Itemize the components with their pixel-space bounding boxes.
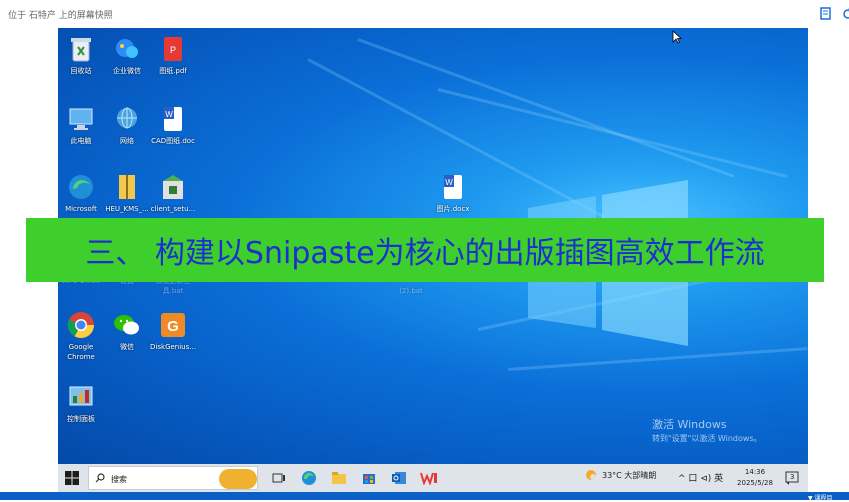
desktop-icon-this-pc[interactable]: 此电脑 xyxy=(58,104,107,146)
edge-icon xyxy=(302,471,316,485)
refresh-icon[interactable] xyxy=(840,6,849,22)
light-beam xyxy=(507,347,808,371)
recycle-bin-icon xyxy=(66,34,96,64)
desktop-icon-edge[interactable]: Microsoft xyxy=(58,172,107,214)
taskbar-search-box[interactable]: 搜索 xyxy=(88,466,258,490)
folder-icon xyxy=(332,472,346,484)
sun-icon xyxy=(586,470,596,480)
diskgenius-icon: G xyxy=(158,310,188,340)
icon-label: Google Chrome xyxy=(67,343,95,361)
icon-label: 控制面板 xyxy=(67,415,95,423)
network-icon xyxy=(112,104,142,134)
desktop-icon-pdf[interactable]: P 图纸.pdf xyxy=(147,34,199,76)
icon-label: 微信 xyxy=(120,343,134,351)
desktop-icon-diskgenius[interactable]: G DiskGenius... xyxy=(147,310,199,352)
task-view-icon xyxy=(272,473,285,483)
top-bar: 位于 石特产 上的屏幕快照 xyxy=(0,0,849,28)
mouse-cursor-icon xyxy=(672,30,682,44)
icon-label: 回收站 xyxy=(70,67,92,75)
word-doc-icon: W xyxy=(158,104,188,134)
desktop-icon-recycle-bin[interactable]: 回收站 xyxy=(58,34,107,76)
taskbar-wps-button[interactable] xyxy=(420,469,438,487)
desktop-icon-chrome[interactable]: Google Chrome xyxy=(58,310,107,362)
pdf-icon: P xyxy=(158,34,188,64)
taskbar-edge-button[interactable] xyxy=(300,469,318,487)
taskbar-explorer-button[interactable] xyxy=(330,469,348,487)
desktop-icon-client-setup[interactable]: client_setu... xyxy=(147,172,199,214)
search-icon xyxy=(95,473,105,483)
icon-label: 图片.docx xyxy=(436,205,470,213)
notification-count: 3 xyxy=(790,473,795,481)
chrome-icon xyxy=(66,310,96,340)
this-pc-icon xyxy=(66,104,96,134)
wps-icon xyxy=(420,472,437,485)
window-title: 位于 石特产 上的屏幕快照 xyxy=(8,11,113,21)
icon-label: Microsoft xyxy=(65,205,97,213)
clock-time: 14:36 xyxy=(744,468,766,476)
weather-widget[interactable]: 33°C 大部晴朗 xyxy=(584,468,656,482)
folder-zip-icon xyxy=(112,172,142,202)
start-button[interactable] xyxy=(62,469,82,487)
store-icon xyxy=(363,474,375,484)
svg-text:P: P xyxy=(170,45,176,55)
activate-windows-hint: 转到"设置"以激活 Windows。 xyxy=(652,434,762,443)
edge-icon xyxy=(66,172,96,202)
desktop-icon-heu-kms[interactable]: HEU_KMS_... xyxy=(101,172,153,214)
word-doc-icon: W xyxy=(438,172,468,202)
bottom-strip xyxy=(0,492,849,500)
icon-label: CAD图纸.doc xyxy=(151,137,195,145)
icon-label: 网络 xyxy=(120,137,134,145)
taskbar: 搜索 33°C 大部晴朗 ^ 口 ⊲) 英 14:36 2025/5/28 3 xyxy=(58,464,808,492)
system-tray[interactable]: ^ 口 ⊲) 英 xyxy=(678,471,723,484)
desktop-icon-image-docx[interactable]: W 图片.docx xyxy=(427,172,479,214)
search-highlight-doodle-icon xyxy=(219,469,257,489)
wecom-icon xyxy=(112,34,142,64)
clock-date: 2025/5/28 xyxy=(737,479,773,487)
icon-label: client_setu... xyxy=(150,205,196,213)
taskbar-store-button[interactable] xyxy=(360,469,378,487)
icon-label: 图纸.pdf xyxy=(159,67,187,75)
desktop-icon-cad-doc[interactable]: W CAD图纸.doc xyxy=(147,104,199,146)
clock[interactable]: 14:36 2025/5/28 xyxy=(730,467,780,489)
activate-windows-watermark: 激活 Windows xyxy=(652,418,727,431)
desktop-icon-control-panel[interactable]: 控制面板 xyxy=(58,382,107,424)
control-panel-icon xyxy=(66,382,96,412)
light-beam xyxy=(437,88,788,179)
windows-start-icon xyxy=(65,471,79,485)
icon-label: HEU_KMS_... xyxy=(105,205,149,213)
weather-text: 33°C 大部晴朗 xyxy=(602,470,657,480)
search-placeholder: 搜索 xyxy=(111,475,127,484)
outlook-icon xyxy=(392,472,406,484)
light-beam xyxy=(357,38,735,178)
svg-text:W: W xyxy=(165,110,173,119)
section-title-banner: 三、 构建以Snipaste为核心的出版插图高效工作流 xyxy=(26,218,824,282)
taskbar-outlook-button[interactable] xyxy=(390,469,408,487)
desktop-icon-network[interactable]: 网络 xyxy=(101,104,153,146)
course-menu-label[interactable]: ▼ 课程目 xyxy=(808,493,833,502)
copy-icon[interactable] xyxy=(818,6,834,22)
svg-text:W: W xyxy=(445,178,453,187)
desktop-icon-bat-2[interactable]: (2).bat xyxy=(381,284,441,296)
desktop-icon-wecom[interactable]: 企业微信 xyxy=(101,34,153,76)
notification-center-button[interactable]: 3 xyxy=(784,470,800,486)
icon-label: DiskGenius... xyxy=(150,343,196,351)
installer-icon xyxy=(158,172,188,202)
section-title: 三、 构建以Snipaste为核心的出版插图高效工作流 xyxy=(85,236,765,271)
icon-label: 此电脑 xyxy=(70,137,92,145)
icon-label: 企业微信 xyxy=(113,67,141,75)
svg-text:G: G xyxy=(167,318,179,335)
desktop-icon-wechat[interactable]: 微信 xyxy=(101,310,153,352)
icon-label: (2).bat xyxy=(399,287,423,295)
wechat-icon xyxy=(112,310,142,340)
task-view-button[interactable] xyxy=(270,469,288,487)
